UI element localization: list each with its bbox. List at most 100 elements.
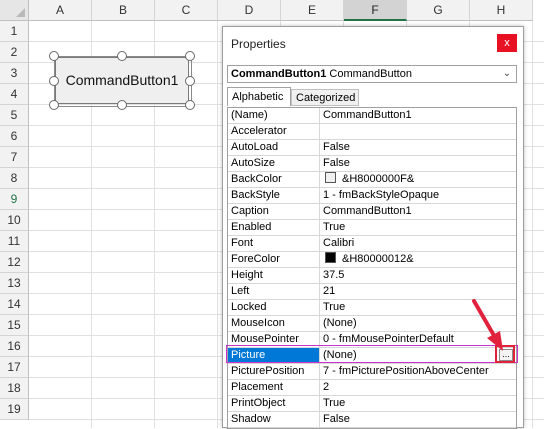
property-value-text: False	[323, 413, 350, 425]
property-value[interactable]: 1 - fmBackStyleOpaque	[320, 188, 516, 203]
property-name: Height	[228, 268, 320, 283]
property-row[interactable]: MouseIcon (None)	[228, 316, 516, 332]
property-name: MousePointer	[228, 332, 320, 347]
property-row[interactable]: Picture (None)...	[228, 348, 516, 364]
property-value[interactable]	[320, 124, 516, 139]
property-row[interactable]: Locked True	[228, 300, 516, 316]
row-header-19[interactable]: 19	[0, 399, 29, 420]
property-value[interactable]: Calibri	[320, 236, 516, 251]
command-button[interactable]: CommandButton1	[55, 57, 189, 104]
property-name: AutoSize	[228, 156, 320, 171]
property-value[interactable]: &H80000012&	[320, 252, 516, 267]
column-header-b[interactable]: B	[92, 0, 155, 21]
column-header-g[interactable]: G	[407, 0, 470, 21]
resize-handle[interactable]	[49, 75, 59, 86]
property-value-text: True	[323, 397, 346, 409]
property-value[interactable]: 0 - fmMousePointerDefault	[320, 332, 516, 347]
tab-categorized[interactable]: Categorized	[291, 89, 359, 106]
property-value[interactable]: (None)	[320, 316, 516, 331]
property-row[interactable]: Left 21	[228, 284, 516, 300]
resize-handle[interactable]	[49, 51, 59, 61]
column-header-a[interactable]: A	[29, 0, 92, 21]
row-header-6[interactable]: 6	[0, 126, 29, 147]
column-header-h[interactable]: H	[470, 0, 533, 21]
property-name: ForeColor	[228, 252, 320, 267]
property-row[interactable]: Placement 2	[228, 380, 516, 396]
property-value[interactable]: 21	[320, 284, 516, 299]
object-selector-dropdown[interactable]: CommandButton1 CommandButton ⌄	[227, 65, 517, 83]
resize-handle[interactable]	[49, 100, 59, 110]
property-value[interactable]: False	[320, 412, 516, 427]
row-header-13[interactable]: 13	[0, 273, 29, 294]
property-value-text: CommandButton1	[323, 109, 412, 121]
property-value[interactable]: (None)...	[320, 348, 516, 363]
row-header-10[interactable]: 10	[0, 210, 29, 231]
row-header-7[interactable]: 7	[0, 147, 29, 168]
property-row[interactable]: ForeColor &H80000012&	[228, 252, 516, 268]
property-value[interactable]: 2	[320, 380, 516, 395]
color-swatch-icon	[325, 252, 336, 263]
select-all-corner[interactable]	[0, 0, 29, 21]
property-row[interactable]: MousePointer 0 - fmMousePointerDefault	[228, 332, 516, 348]
row-header-5[interactable]: 5	[0, 105, 29, 126]
column-header-d[interactable]: D	[218, 0, 281, 21]
property-row[interactable]: PrintObject True	[228, 396, 516, 412]
resize-handle[interactable]	[185, 100, 195, 110]
property-value-text: False	[323, 141, 350, 153]
property-value[interactable]: 7 - fmPicturePositionAboveCenter	[320, 364, 516, 379]
property-row[interactable]: Enabled True	[228, 220, 516, 236]
property-value[interactable]: True	[320, 300, 516, 315]
row-header-8[interactable]: 8	[0, 168, 29, 189]
property-value[interactable]: 37.5	[320, 268, 516, 283]
row-header-17[interactable]: 17	[0, 357, 29, 378]
property-row[interactable]: Height 37.5	[228, 268, 516, 284]
property-row[interactable]: AutoLoad False	[228, 140, 516, 156]
property-value-text: True	[323, 301, 346, 313]
property-name: PrintObject	[228, 396, 320, 411]
property-value[interactable]: CommandButton1	[320, 204, 516, 219]
column-header-e[interactable]: E	[281, 0, 344, 21]
property-name: Enabled	[228, 220, 320, 235]
property-name: Font	[228, 236, 320, 251]
chevron-down-icon[interactable]: ⌄	[500, 66, 514, 82]
resize-handle[interactable]	[185, 75, 195, 86]
property-row[interactable]: Caption CommandButton1	[228, 204, 516, 220]
tab-alphabetic[interactable]: Alphabetic	[227, 87, 291, 106]
property-row[interactable]: Shadow False	[228, 412, 516, 428]
row-header-14[interactable]: 14	[0, 294, 29, 315]
property-value[interactable]: False	[320, 156, 516, 171]
resize-handle[interactable]	[117, 51, 127, 61]
row-header-4[interactable]: 4	[0, 84, 29, 105]
row-header-9[interactable]: 9	[0, 189, 29, 210]
property-row[interactable]: BackColor &H8000000F&	[228, 172, 516, 188]
property-value-text: CommandButton1	[323, 205, 412, 217]
property-value[interactable]: True	[320, 396, 516, 411]
property-row[interactable]: (Name) CommandButton1	[228, 108, 516, 124]
property-row[interactable]: BackStyle 1 - fmBackStyleOpaque	[228, 188, 516, 204]
property-value[interactable]: True	[320, 220, 516, 235]
property-row[interactable]: Font Calibri	[228, 236, 516, 252]
row-header-1[interactable]: 1	[0, 21, 29, 42]
property-row[interactable]: Accelerator	[228, 124, 516, 140]
column-header-f[interactable]: F	[344, 0, 407, 21]
row-header-18[interactable]: 18	[0, 378, 29, 399]
row-header-15[interactable]: 15	[0, 315, 29, 336]
row-header-12[interactable]: 12	[0, 252, 29, 273]
close-button[interactable]: x	[497, 34, 517, 52]
row-header-3[interactable]: 3	[0, 63, 29, 84]
properties-titlebar[interactable]: Properties x	[223, 27, 523, 59]
property-value[interactable]: False	[320, 140, 516, 155]
property-row[interactable]: PicturePosition 7 - fmPicturePositionAbov…	[228, 364, 516, 380]
browse-ellipsis-button[interactable]: ...	[499, 349, 513, 361]
row-header-2[interactable]: 2	[0, 42, 29, 63]
property-value[interactable]: &H8000000F&	[320, 172, 516, 187]
column-header-c[interactable]: C	[155, 0, 218, 21]
resize-handle[interactable]	[117, 100, 127, 110]
property-name: BackStyle	[228, 188, 320, 203]
row-header-16[interactable]: 16	[0, 336, 29, 357]
property-name: MouseIcon	[228, 316, 320, 331]
row-header-11[interactable]: 11	[0, 231, 29, 252]
resize-handle[interactable]	[185, 51, 195, 61]
property-value[interactable]: CommandButton1	[320, 108, 516, 123]
property-row[interactable]: AutoSize False	[228, 156, 516, 172]
